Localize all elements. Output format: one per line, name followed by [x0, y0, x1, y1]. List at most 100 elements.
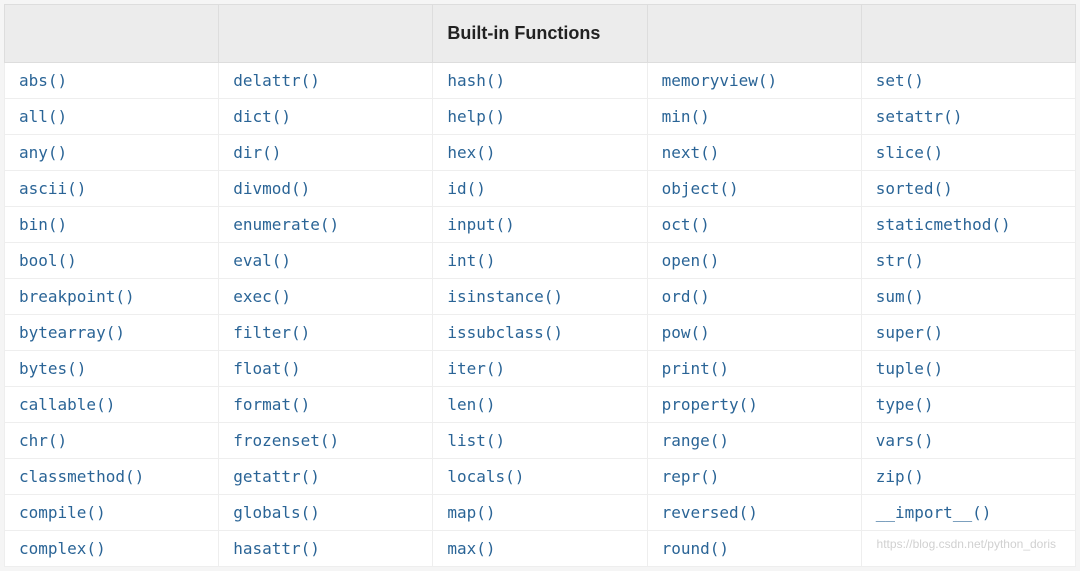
function-link[interactable]: delattr() [233, 71, 320, 90]
table-cell: min() [647, 99, 861, 135]
function-link[interactable]: int() [447, 251, 495, 270]
function-link[interactable]: getattr() [233, 467, 320, 486]
function-link[interactable]: super() [876, 323, 943, 342]
function-link[interactable]: enumerate() [233, 215, 339, 234]
function-link[interactable]: hex() [447, 143, 495, 162]
function-link[interactable]: ord() [662, 287, 710, 306]
table-cell: delattr() [219, 63, 433, 99]
table-cell: hash() [433, 63, 647, 99]
function-link[interactable]: object() [662, 179, 739, 198]
function-link[interactable]: help() [447, 107, 505, 126]
function-link[interactable]: issubclass() [447, 323, 563, 342]
function-link[interactable]: list() [447, 431, 505, 450]
table-cell: memoryview() [647, 63, 861, 99]
function-link[interactable]: type() [876, 395, 934, 414]
function-link[interactable]: str() [876, 251, 924, 270]
function-link[interactable]: max() [447, 539, 495, 558]
function-link[interactable]: open() [662, 251, 720, 270]
function-link[interactable]: frozenset() [233, 431, 339, 450]
table-cell: property() [647, 387, 861, 423]
function-link[interactable]: memoryview() [662, 71, 778, 90]
function-link[interactable]: bytes() [19, 359, 86, 378]
function-link[interactable]: next() [662, 143, 720, 162]
function-link[interactable]: filter() [233, 323, 310, 342]
table-cell: max() [433, 531, 647, 567]
function-link[interactable]: globals() [233, 503, 320, 522]
function-link[interactable]: compile() [19, 503, 106, 522]
function-link[interactable]: vars() [876, 431, 934, 450]
function-link[interactable]: bool() [19, 251, 77, 270]
table-cell: list() [433, 423, 647, 459]
function-link[interactable]: breakpoint() [19, 287, 135, 306]
table-cell: ascii() [5, 171, 219, 207]
function-link[interactable]: chr() [19, 431, 67, 450]
table-header-row: Built-in Functions [5, 5, 1076, 63]
function-link[interactable]: float() [233, 359, 300, 378]
function-link[interactable]: staticmethod() [876, 215, 1011, 234]
table-cell: enumerate() [219, 207, 433, 243]
function-link[interactable]: iter() [447, 359, 505, 378]
table-row: abs() delattr() hash() memoryview() set() [5, 63, 1076, 99]
table-row: bytearray() filter() issubclass() pow() supe… [5, 315, 1076, 351]
function-link[interactable]: abs() [19, 71, 67, 90]
function-link[interactable]: all() [19, 107, 67, 126]
table-cell: vars() [861, 423, 1075, 459]
function-link[interactable]: zip() [876, 467, 924, 486]
function-link[interactable]: isinstance() [447, 287, 563, 306]
function-link[interactable]: set() [876, 71, 924, 90]
function-link[interactable]: eval() [233, 251, 291, 270]
table-cell: bytearray() [5, 315, 219, 351]
function-link[interactable]: format() [233, 395, 310, 414]
function-link[interactable]: sum() [876, 287, 924, 306]
table-cell: slice() [861, 135, 1075, 171]
table-cell: callable() [5, 387, 219, 423]
function-link[interactable]: len() [447, 395, 495, 414]
table-cell: filter() [219, 315, 433, 351]
function-link[interactable]: locals() [447, 467, 524, 486]
function-link[interactable]: reversed() [662, 503, 758, 522]
function-link[interactable]: min() [662, 107, 710, 126]
function-link[interactable]: divmod() [233, 179, 310, 198]
table-cell: bytes() [5, 351, 219, 387]
table-cell: map() [433, 495, 647, 531]
function-link[interactable]: range() [662, 431, 729, 450]
function-link[interactable]: round() [662, 539, 729, 558]
function-link[interactable]: ascii() [19, 179, 86, 198]
function-link[interactable]: setattr() [876, 107, 963, 126]
function-link[interactable]: slice() [876, 143, 943, 162]
table-cell: sorted() [861, 171, 1075, 207]
function-link[interactable]: any() [19, 143, 67, 162]
table-cell: dir() [219, 135, 433, 171]
function-link[interactable]: repr() [662, 467, 720, 486]
function-link[interactable]: __import__() [876, 503, 992, 522]
function-link[interactable]: sorted() [876, 179, 953, 198]
table-cell: iter() [433, 351, 647, 387]
table-cell: divmod() [219, 171, 433, 207]
function-link[interactable]: dir() [233, 143, 281, 162]
column-header [219, 5, 433, 63]
table-cell: format() [219, 387, 433, 423]
table-row: ascii() divmod() id() object() sorted() [5, 171, 1076, 207]
function-link[interactable]: oct() [662, 215, 710, 234]
function-link[interactable]: callable() [19, 395, 115, 414]
function-link[interactable]: input() [447, 215, 514, 234]
function-link[interactable]: hasattr() [233, 539, 320, 558]
function-link[interactable]: map() [447, 503, 495, 522]
function-link[interactable]: print() [662, 359, 729, 378]
function-link[interactable]: hash() [447, 71, 505, 90]
function-link[interactable]: id() [447, 179, 486, 198]
table-cell: staticmethod() [861, 207, 1075, 243]
table-cell: dict() [219, 99, 433, 135]
function-link[interactable]: bytearray() [19, 323, 125, 342]
function-link[interactable]: bin() [19, 215, 67, 234]
function-link[interactable]: dict() [233, 107, 291, 126]
function-link[interactable]: complex() [19, 539, 106, 558]
table-cell: hex() [433, 135, 647, 171]
table-cell: int() [433, 243, 647, 279]
function-link[interactable]: classmethod() [19, 467, 144, 486]
function-link[interactable]: pow() [662, 323, 710, 342]
function-link[interactable]: property() [662, 395, 758, 414]
function-link[interactable]: tuple() [876, 359, 943, 378]
function-link[interactable]: exec() [233, 287, 291, 306]
column-header [647, 5, 861, 63]
